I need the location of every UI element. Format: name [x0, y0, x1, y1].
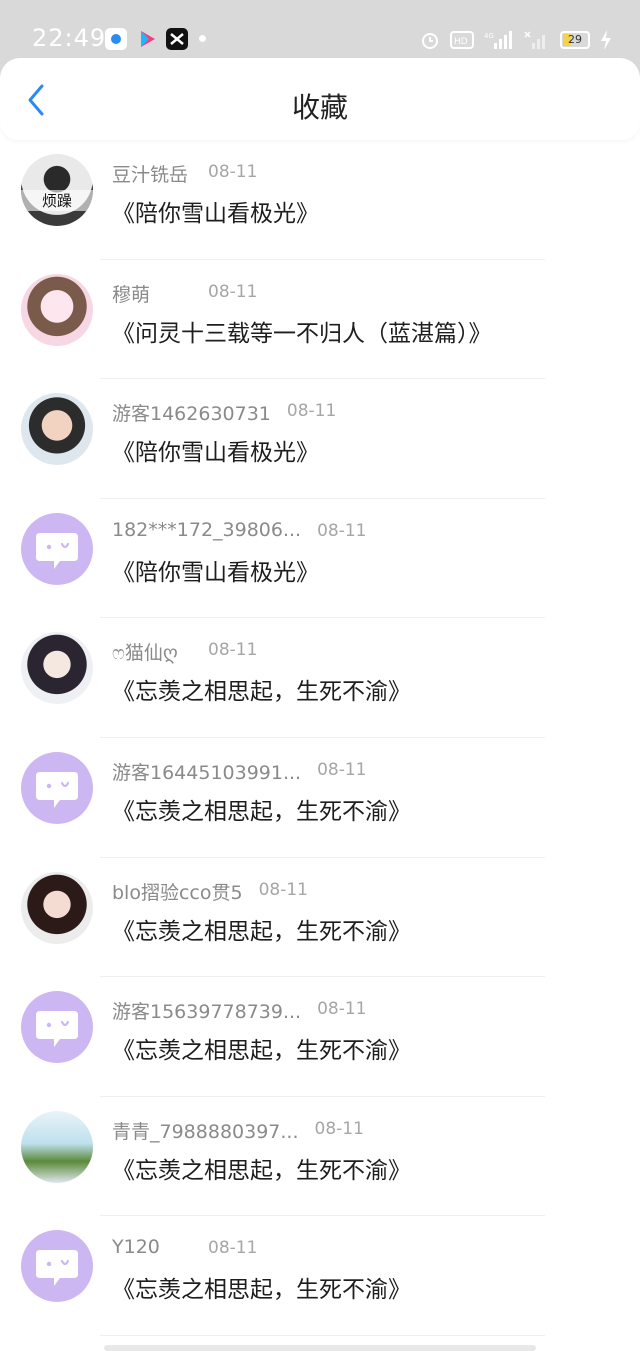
chat-bubble-icon: [36, 771, 78, 808]
book-title[interactable]: 《陪你雪山看极光》: [112, 433, 319, 467]
status-time: 22:49: [32, 24, 107, 52]
book-title[interactable]: 《忘羡之相思起，生死不渝》: [112, 792, 411, 826]
signal-empty-icon: [524, 31, 545, 49]
book-title[interactable]: 《陪你雪山看极光》: [112, 194, 319, 228]
chat-bubble-icon: [36, 1250, 78, 1287]
username[interactable]: 游客15639778739...: [112, 997, 301, 1024]
username[interactable]: 游客1462630731: [112, 399, 271, 426]
item-date: 08-11: [208, 640, 258, 661]
item-date: 08-11: [317, 999, 367, 1020]
list-item[interactable]: 青青_7988880397... 08-11 《忘羡之相思起，生死不渝》: [0, 1097, 640, 1217]
chat-bubble-icon: [36, 1011, 78, 1048]
item-date: 08-11: [286, 401, 337, 422]
item-date: 08-11: [208, 1238, 258, 1259]
list-item[interactable]: 穆萌 08-11 《问灵十三载等一不归人（蓝湛篇）》: [0, 260, 640, 380]
item-date: 08-11: [314, 1118, 364, 1139]
book-title[interactable]: 《忘羡之相思起，生死不渝》: [112, 672, 411, 706]
username[interactable]: 182***172_39806...: [112, 519, 301, 541]
list-item[interactable]: Y120 08-11 《忘羡之相思起，生死不渝》: [0, 1216, 640, 1336]
book-title[interactable]: 《忘羡之相思起，生死不渝》: [112, 912, 411, 946]
username[interactable]: 穆萌: [112, 280, 150, 307]
default-avatar[interactable]: [21, 751, 93, 824]
default-avatar[interactable]: [21, 991, 93, 1064]
avatar[interactable]: [21, 393, 93, 466]
avatar[interactable]: [21, 632, 93, 705]
signal-4g-icon: 4G: [484, 31, 512, 49]
book-title[interactable]: 《忘羡之相思起，生死不渝》: [112, 1151, 411, 1185]
svg-text:HD: HD: [454, 37, 468, 47]
book-title[interactable]: 《忘羡之相思起，生死不渝》: [112, 1031, 411, 1065]
list-item[interactable]: 游客1462630731 08-11 《陪你雪山看极光》: [0, 379, 640, 499]
avatar-caption: 烦躁: [21, 190, 93, 211]
item-date: 08-11: [317, 759, 367, 780]
username[interactable]: 青青_7988880397...: [112, 1117, 299, 1144]
avatar[interactable]: [21, 273, 93, 346]
book-title[interactable]: 《陪你雪山看极光》: [112, 553, 319, 587]
alarm-icon: [422, 33, 438, 49]
default-avatar[interactable]: [21, 512, 93, 585]
book-title[interactable]: 《忘羡之相思起，生死不渝》: [112, 1270, 411, 1304]
chat-bubble-icon: [36, 532, 78, 569]
editor-app-notification-icon: [166, 28, 188, 50]
header: 收藏: [0, 58, 640, 140]
divider: [100, 1334, 545, 1336]
battery-icon: 29: [560, 31, 590, 49]
item-date: 08-11: [208, 281, 258, 302]
avatar[interactable]: [21, 871, 93, 944]
list-item[interactable]: 游客15639778739... 08-11 《忘羡之相思起，生死不渝》: [0, 977, 640, 1097]
item-date: 08-11: [258, 879, 308, 900]
list-item[interactable]: 烦躁 豆汁铣岳 08-11 《陪你雪山看极光》: [0, 140, 640, 260]
username[interactable]: ෆ猫仙ღ: [112, 638, 178, 665]
svg-text:4G: 4G: [484, 32, 494, 40]
list-item[interactable]: 游客16445103991... 08-11 《忘羡之相思起，生死不渝》: [0, 738, 640, 858]
battery-level: 29: [568, 33, 582, 46]
page-title: 收藏: [291, 91, 348, 124]
username[interactable]: 豆汁铣岳: [112, 160, 188, 187]
username[interactable]: 游客16445103991...: [112, 758, 301, 785]
more-notifications-dot: [199, 35, 206, 42]
hd-icon: HD: [450, 31, 474, 49]
list-item[interactable]: ෆ猫仙ღ 08-11 《忘羡之相思起，生死不渝》: [0, 618, 640, 738]
list-item[interactable]: blo摺验cco贯5 08-11 《忘羡之相思起，生死不渝》: [0, 858, 640, 978]
status-icons: HD 4G 29: [420, 26, 612, 54]
favorites-list: 烦躁 豆汁铣岳 08-11 《陪你雪山看极光》 穆萌 08-11 《问灵十三载等一不归人（蓝…: [0, 140, 640, 1336]
charging-icon: [601, 30, 611, 50]
item-date: 08-11: [317, 520, 367, 541]
avatar[interactable]: [21, 1110, 93, 1183]
username[interactable]: blo摺验cco贯5: [112, 878, 243, 905]
app-notification-icon: [105, 28, 127, 50]
item-date: 08-11: [208, 162, 258, 182]
username[interactable]: Y120: [112, 1236, 160, 1258]
list-item[interactable]: 182***172_39806... 08-11 《陪你雪山看极光》: [0, 499, 640, 619]
next-item-peek: [104, 1345, 536, 1351]
book-title[interactable]: 《问灵十三载等一不归人（蓝湛篇）》: [112, 314, 492, 348]
video-app-notification-icon: [137, 28, 159, 50]
default-avatar[interactable]: [21, 1230, 93, 1303]
avatar[interactable]: 烦躁: [21, 154, 93, 226]
